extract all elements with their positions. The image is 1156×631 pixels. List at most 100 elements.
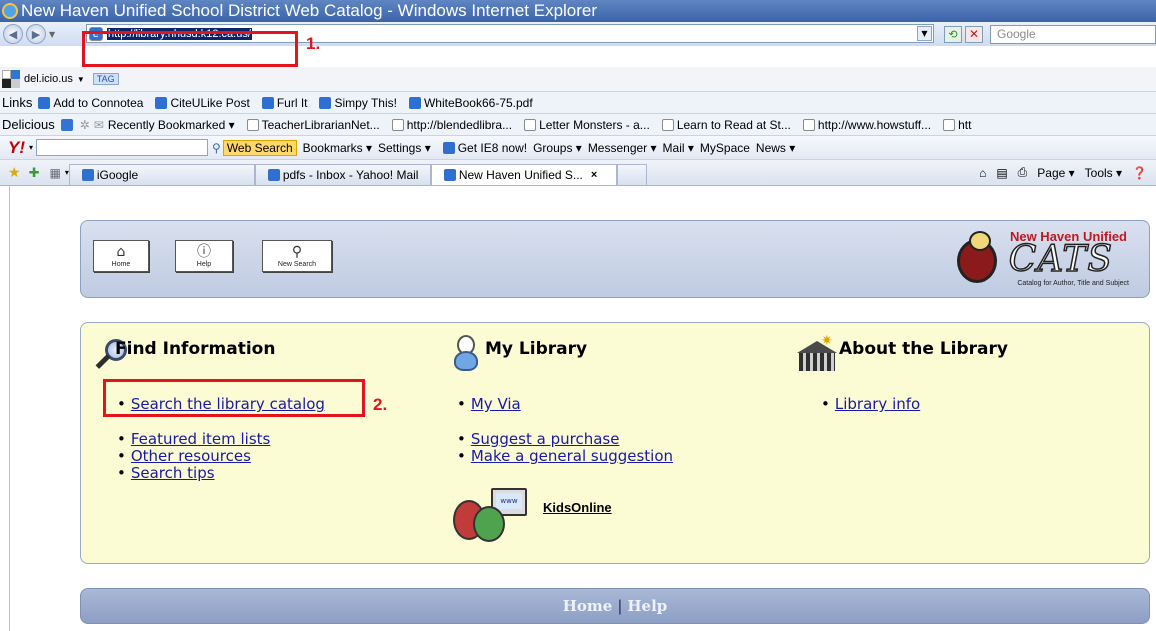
delicious-tag-label[interactable]: del.icio.us xyxy=(24,73,73,85)
delicious-item[interactable]: http://blendedlibra... xyxy=(386,118,512,132)
add-favorites-icon[interactable]: ✚ xyxy=(29,165,40,181)
search-input[interactable]: Google xyxy=(990,25,1156,44)
page-menu[interactable]: Page ▾ xyxy=(1037,166,1074,180)
tab-igoogle[interactable]: iGoogle xyxy=(68,163,255,185)
tab-new-haven[interactable]: New Haven Unified S... × xyxy=(430,163,617,185)
annotation-number-2: 2. xyxy=(373,395,388,414)
header-panel: ⌂ Home ⓘ Help ⚲ New Search New Haven Uni… xyxy=(80,220,1150,298)
ie-page-icon xyxy=(81,169,94,181)
home-button[interactable]: ⌂ Home xyxy=(93,240,149,272)
home-icon[interactable]: ⌂ xyxy=(979,166,986,180)
list-item: Featured item lists xyxy=(117,431,270,448)
page-icon xyxy=(802,118,815,131)
url-dropdown-icon[interactable]: ▼ xyxy=(917,26,932,41)
new-tab-button[interactable] xyxy=(616,163,647,185)
featured-lists-link[interactable]: Featured item lists xyxy=(131,430,270,448)
person-icon xyxy=(451,335,479,373)
yahoo-toolbar: Y! ▾ ⚲ Web Search Bookmarks ▾ Settings ▾… xyxy=(0,136,1156,160)
page-icon xyxy=(246,118,259,131)
ie-page-icon xyxy=(267,169,280,181)
help-button[interactable]: ⓘ Help xyxy=(175,240,233,272)
stop-button[interactable]: ✕ xyxy=(965,26,983,43)
delicious-item[interactable]: TeacherLibrarianNet... xyxy=(241,118,380,132)
list-item: Suggest a purchase xyxy=(457,431,673,448)
mylibrary-list: My Via xyxy=(457,396,521,413)
ie-page-icon xyxy=(261,96,274,109)
help-icon: ⓘ xyxy=(197,243,211,260)
brand-subtitle: Catalog for Author, Title and Subject xyxy=(1017,280,1129,287)
delicious-item[interactable]: Learn to Read at St... xyxy=(656,118,791,132)
quick-tabs-icon[interactable]: ▦ xyxy=(49,166,60,180)
web-search-button[interactable]: Web Search xyxy=(222,139,297,156)
links-item[interactable]: Simpy This! xyxy=(313,96,397,110)
ie-page-icon xyxy=(155,96,168,109)
yahoo-groups[interactable]: Groups ▾ xyxy=(533,141,582,155)
yahoo-logo-icon[interactable]: Y! xyxy=(8,138,25,158)
yahoo-settings[interactable]: Settings ▾ xyxy=(378,141,431,155)
links-item[interactable]: Add to Connotea xyxy=(32,96,143,110)
envelope-icon[interactable]: ✉ xyxy=(94,118,104,132)
yahoo-dropdown-icon[interactable]: ▾ xyxy=(29,143,33,152)
kids-online[interactable]: www KidsOnline xyxy=(451,480,651,546)
yahoo-search-input[interactable] xyxy=(36,139,209,156)
my-via-link[interactable]: My Via xyxy=(471,395,521,413)
annotation-number-1: 1. xyxy=(306,34,321,53)
list-item: Other resources xyxy=(117,448,270,465)
footer-home-link[interactable]: Home xyxy=(563,597,613,615)
about-library-title: About the Library xyxy=(839,339,1008,359)
general-suggestion-link[interactable]: Make a general suggestion xyxy=(471,447,673,465)
yahoo-myspace[interactable]: MySpace xyxy=(700,141,750,155)
cats-logo: New Haven Unified CATS Catalog for Autho… xyxy=(955,225,1131,291)
favorites-star-icon[interactable]: ★ xyxy=(8,164,21,181)
back-button[interactable]: ◀ xyxy=(3,24,23,44)
yahoo-messenger[interactable]: Messenger ▾ xyxy=(588,141,657,155)
close-tab-icon[interactable]: × xyxy=(591,169,597,181)
delicious-dropdown-icon[interactable]: ▼ xyxy=(77,75,85,84)
recent-pages-dropdown-icon[interactable]: ▼ xyxy=(49,30,55,39)
ie-logo-icon xyxy=(442,141,455,154)
ie-logo-icon xyxy=(2,3,18,19)
library-info-link[interactable]: Library info xyxy=(835,395,920,413)
delicious-menu-icon[interactable] xyxy=(60,118,73,131)
links-item[interactable]: CiteULike Post xyxy=(149,96,250,110)
delicious-item[interactable]: Letter Monsters - a... xyxy=(518,118,650,132)
list-item: Make a general suggestion xyxy=(457,448,673,465)
yahoo-mail[interactable]: Mail ▾ xyxy=(663,141,694,155)
search-tips-link[interactable]: Search tips xyxy=(131,464,215,482)
feeds-icon[interactable]: ▤ xyxy=(996,166,1007,180)
delicious-logo-icon xyxy=(2,70,20,88)
yahoo-get-ie8[interactable]: Get IE8 now! xyxy=(437,141,527,155)
delicious-item[interactable]: htt xyxy=(937,118,971,132)
find-list-more: Featured item lists Other resources Sear… xyxy=(117,431,270,482)
yahoo-news[interactable]: News ▾ xyxy=(756,141,795,155)
yahoo-bookmarks[interactable]: Bookmarks ▾ xyxy=(303,141,372,155)
new-search-button[interactable]: ⚲ New Search xyxy=(262,240,332,272)
tools-menu[interactable]: Tools ▾ xyxy=(1085,166,1122,180)
delicious-item[interactable]: Recently Bookmarked ▾ xyxy=(108,118,235,132)
kid-icon xyxy=(473,506,505,542)
ie-page-icon xyxy=(443,169,456,181)
window-title: New Haven Unified School District Web Ca… xyxy=(21,1,598,20)
links-item[interactable]: WhiteBook66-75.pdf xyxy=(403,96,533,110)
suggest-purchase-link[interactable]: Suggest a purchase xyxy=(471,430,620,448)
links-label: Links xyxy=(2,95,33,110)
delicious-toolbar: Delicious ✲ ✉ Recently Bookmarked ▾ Teac… xyxy=(0,114,1156,136)
other-resources-link[interactable]: Other resources xyxy=(131,447,251,465)
forward-button[interactable]: ▶ xyxy=(26,24,46,44)
brand-word: CATS xyxy=(1008,238,1113,281)
help-icon[interactable]: ❓ xyxy=(1132,166,1147,180)
tab-yahoo-mail[interactable]: pdfs - Inbox - Yahoo! Mail xyxy=(254,163,431,185)
links-item[interactable]: Furl It xyxy=(256,96,307,110)
star-icon[interactable]: ✲ xyxy=(80,118,90,132)
kids-online-link[interactable]: KidsOnline xyxy=(543,500,612,515)
list-item: Library info xyxy=(821,396,920,413)
print-icon[interactable]: ⎙ xyxy=(1018,165,1028,180)
footer-help-link[interactable]: Help xyxy=(627,597,667,615)
refresh-button[interactable]: ⟲ xyxy=(944,26,962,43)
about-list: Library info xyxy=(821,396,920,413)
my-library-title: My Library xyxy=(485,339,588,359)
search-icon[interactable]: ⚲ xyxy=(212,141,221,155)
list-item: Search tips xyxy=(117,465,270,482)
tag-button[interactable]: TAG xyxy=(92,73,119,85)
delicious-item[interactable]: http://www.howstuff... xyxy=(797,118,931,132)
